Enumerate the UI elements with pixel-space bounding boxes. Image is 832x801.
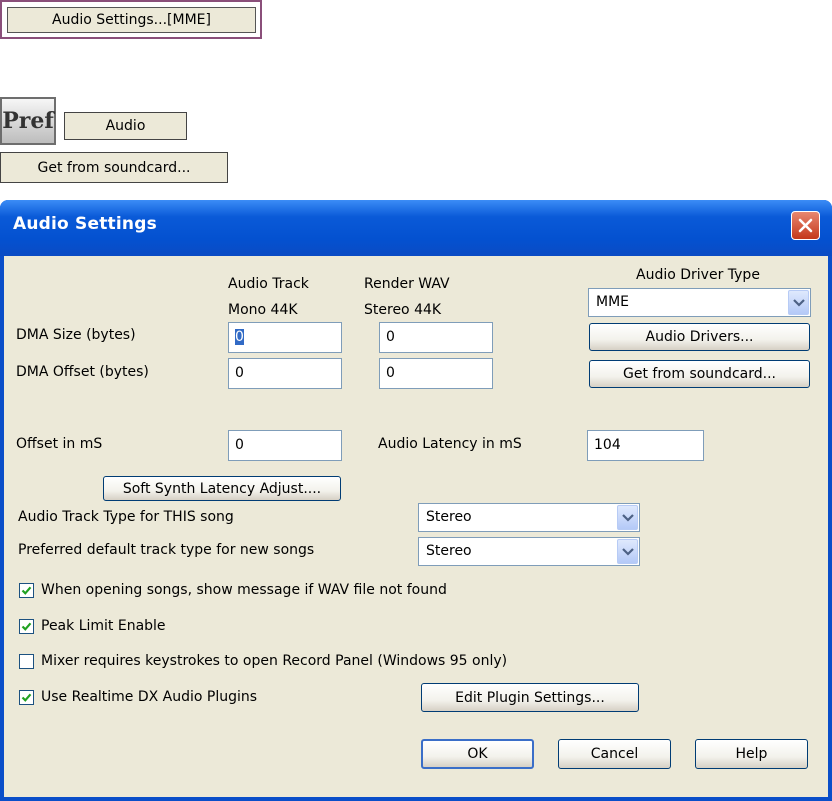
audio-drivers-button[interactable]: Audio Drivers... — [589, 323, 810, 351]
help-button[interactable]: Help — [695, 739, 808, 769]
track-type-this-song-select[interactable]: Stereo — [418, 503, 640, 532]
checkbox-wav-not-found[interactable] — [19, 583, 34, 598]
cancel-button[interactable]: Cancel — [558, 739, 671, 769]
pref-icon[interactable]: Pref — [0, 97, 56, 145]
dialog-title: Audio Settings — [13, 214, 157, 234]
close-icon — [798, 218, 813, 233]
dma-offset-audio-track-input[interactable]: 0 — [228, 358, 342, 389]
audio-settings-button[interactable]: Audio Settings...[MME] — [7, 7, 256, 33]
audio-track-subheader: Mono 44K — [228, 302, 298, 318]
preferred-track-type-label: Preferred default track type for new son… — [18, 542, 315, 558]
checkbox-realtime-dx-label[interactable]: Use Realtime DX Audio Plugins — [41, 689, 257, 705]
dma-size-render-wav-input[interactable]: 0 — [379, 322, 493, 353]
chevron-down-icon[interactable] — [788, 290, 809, 315]
get-from-soundcard-floating-button[interactable]: Get from soundcard... — [0, 152, 228, 183]
render-wav-header: Render WAV — [364, 276, 450, 292]
dma-offset-render-wav-input[interactable]: 0 — [379, 358, 493, 389]
dma-size-audio-track-value: 0 — [235, 329, 244, 345]
audio-driver-type-label: Audio Driver Type — [636, 267, 760, 283]
offset-ms-input[interactable]: 0 — [228, 430, 342, 461]
checkbox-peak-limit[interactable] — [19, 619, 34, 634]
track-type-this-song-label: Audio Track Type for THIS song — [18, 509, 234, 525]
track-type-this-song-value: Stereo — [426, 509, 472, 525]
checkbox-mixer-keystrokes-label[interactable]: Mixer requires keystrokes to open Record… — [41, 653, 507, 669]
checkmark-icon — [21, 693, 32, 702]
chevron-down-icon[interactable] — [617, 539, 638, 564]
dma-size-label: DMA Size (bytes) — [16, 327, 136, 343]
audio-settings-dialog: Audio Settings Audio Track Mono 44K Rend… — [0, 200, 832, 801]
chevron-down-icon[interactable] — [617, 505, 638, 530]
soft-synth-latency-adjust-button[interactable]: Soft Synth Latency Adjust.... — [103, 476, 341, 501]
dma-size-audio-track-input[interactable]: 0 — [228, 322, 342, 353]
render-wav-subheader: Stereo 44K — [364, 302, 442, 318]
checkmark-icon — [21, 586, 32, 595]
checkbox-wav-not-found-label[interactable]: When opening songs, show message if WAV … — [41, 582, 447, 598]
audio-driver-type-select[interactable]: MME — [588, 288, 811, 317]
edit-plugin-settings-button[interactable]: Edit Plugin Settings... — [421, 683, 639, 712]
audio-latency-input[interactable]: 104 — [587, 430, 704, 461]
dialog-titlebar: Audio Settings — [0, 200, 832, 256]
audio-button[interactable]: Audio — [64, 112, 187, 140]
offset-ms-label: Offset in mS — [16, 436, 103, 452]
dma-offset-label: DMA Offset (bytes) — [16, 364, 149, 380]
checkmark-icon — [21, 622, 32, 631]
close-button[interactable] — [791, 211, 820, 240]
ok-button[interactable]: OK — [421, 739, 534, 769]
audio-latency-label: Audio Latency in mS — [378, 436, 522, 452]
audio-settings-button-frame: Audio Settings...[MME] — [0, 0, 262, 39]
checkbox-realtime-dx[interactable] — [19, 690, 34, 705]
audio-track-header: Audio Track — [228, 276, 309, 292]
dialog-client-area: Audio Track Mono 44K Render WAV Stereo 4… — [4, 256, 828, 797]
audio-driver-type-value: MME — [596, 294, 630, 310]
checkbox-peak-limit-label[interactable]: Peak Limit Enable — [41, 618, 166, 634]
checkbox-mixer-keystrokes[interactable] — [19, 654, 34, 669]
get-from-soundcard-button[interactable]: Get from soundcard... — [589, 360, 810, 388]
preferred-track-type-value: Stereo — [426, 543, 472, 559]
preferred-track-type-select[interactable]: Stereo — [418, 537, 640, 566]
